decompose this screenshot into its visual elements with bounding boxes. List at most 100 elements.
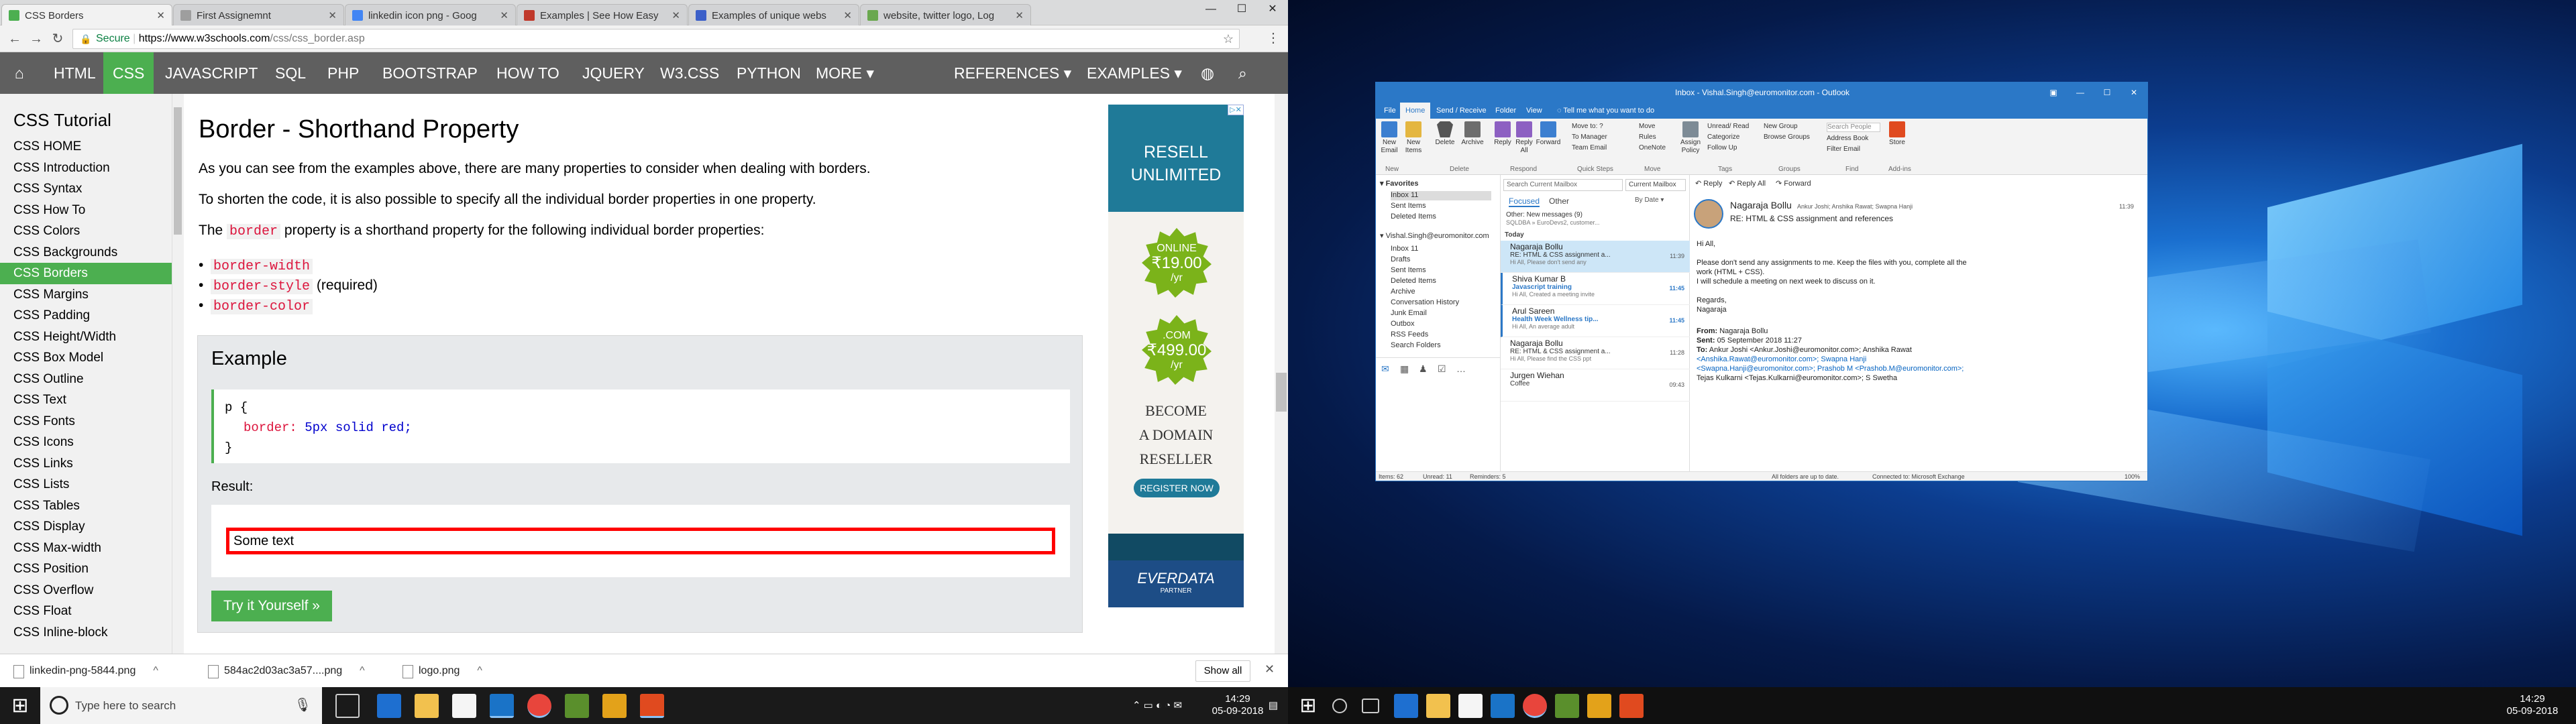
- menu-dots-icon[interactable]: ⋮: [1267, 29, 1280, 46]
- sidebar-item[interactable]: CSS Links: [0, 453, 172, 475]
- tasks-icon[interactable]: ☑: [1438, 363, 1446, 375]
- sidebar-item[interactable]: CSS Lists: [0, 474, 172, 495]
- taskbar-search-input[interactable]: Type here to search 🎙: [40, 687, 322, 724]
- email-address-line[interactable]: <Swapna.Hanji@euromonitor.com>; Prashob …: [1697, 364, 1964, 373]
- cortana-icon[interactable]: [1332, 699, 1347, 713]
- task-view-icon[interactable]: [1362, 699, 1379, 713]
- store-button[interactable]: Store: [1887, 121, 1907, 147]
- reply-all-button[interactable]: Reply All: [1514, 121, 1534, 155]
- sidebar-item[interactable]: CSS Max-width: [0, 538, 172, 559]
- edge-icon[interactable]: [377, 694, 401, 718]
- mailbox-search-input[interactable]: Search Current Mailbox: [1503, 179, 1623, 191]
- file-explorer-icon[interactable]: [1426, 694, 1450, 718]
- message-item[interactable]: Jurgen Wiehan Coffee 09:43: [1501, 369, 1690, 402]
- forward-button[interactable]: Forward: [1536, 121, 1561, 147]
- folder-item[interactable]: Conversation History: [1391, 298, 1459, 308]
- follow-up-button[interactable]: Follow Up: [1707, 144, 1737, 152]
- chevron-up-icon[interactable]: ^: [360, 665, 365, 676]
- close-download-bar-icon[interactable]: ✕: [1265, 662, 1275, 676]
- archive-button[interactable]: Archive: [1459, 121, 1486, 147]
- folder-item[interactable]: Deleted Items: [1391, 213, 1436, 222]
- sidebar-scroll-thumb[interactable]: [174, 107, 182, 235]
- file-explorer-icon[interactable]: [415, 694, 439, 718]
- sidebar-item[interactable]: CSS Box Model: [0, 347, 172, 369]
- nav-references[interactable]: REFERENCES ▾: [945, 52, 1081, 94]
- close-tab-icon[interactable]: ✕: [1015, 9, 1024, 21]
- ad-register-button[interactable]: REGISTER NOW: [1134, 479, 1220, 497]
- system-tray-icons[interactable]: ⌃ ▭ ◐ ◔ ✉: [1100, 687, 1214, 724]
- tab-home[interactable]: Home: [1400, 103, 1431, 119]
- browser-tab[interactable]: Examples | See How Easy ✕: [517, 4, 688, 25]
- edge-icon[interactable]: [1394, 694, 1418, 718]
- quick-step-item[interactable]: Team Email: [1572, 144, 1607, 152]
- store-icon[interactable]: [1458, 694, 1483, 718]
- windows-start-icon[interactable]: ⊞: [1288, 687, 1328, 724]
- chrome-icon[interactable]: [1523, 694, 1547, 718]
- nav-sql[interactable]: SQL: [266, 52, 315, 94]
- sidebar-item[interactable]: CSS Padding: [0, 305, 172, 326]
- nav-bootstrap[interactable]: BOOTSTRAP: [373, 52, 487, 94]
- tell-me-box[interactable]: ◌ Tell me what you want to do: [1552, 103, 1660, 119]
- notepadpp-icon[interactable]: [565, 694, 589, 718]
- folder-item[interactable]: Archive: [1391, 288, 1415, 297]
- browser-tab[interactable]: website, twitter logo, Log ✕: [860, 4, 1031, 25]
- globe-icon[interactable]: ◍: [1191, 52, 1224, 94]
- chevron-up-icon[interactable]: ^: [477, 665, 482, 676]
- folder-item[interactable]: Drafts: [1391, 255, 1410, 265]
- browse-groups-button[interactable]: Browse Groups: [1764, 133, 1810, 141]
- new-items-button[interactable]: New Items: [1403, 121, 1424, 155]
- reply-button[interactable]: Reply: [1493, 121, 1513, 147]
- url-input[interactable]: 🔒 Secure | https://www.w3schools.com/css…: [72, 29, 1240, 49]
- nav-css[interactable]: CSS: [103, 52, 154, 94]
- reply-link[interactable]: ↶ Reply: [1695, 179, 1722, 188]
- sidebar-item[interactable]: CSS HOME: [0, 136, 172, 158]
- sidebar-item[interactable]: CSS Icons: [0, 432, 172, 453]
- home-icon[interactable]: ⌂: [0, 52, 39, 94]
- browser-tab[interactable]: First Assignemnt ✕: [173, 4, 344, 25]
- message-item[interactable]: Nagaraja Bollu RE: HTML & CSS assignment …: [1501, 337, 1690, 369]
- sidebar-item[interactable]: CSS Introduction: [0, 158, 172, 179]
- chrome-icon[interactable]: [527, 694, 551, 718]
- delete-button[interactable]: Delete: [1432, 121, 1458, 147]
- sidebar-item[interactable]: CSS Overflow: [0, 580, 172, 601]
- favorites-header[interactable]: ▾ Favorites: [1380, 179, 1419, 188]
- tab-send-receive[interactable]: Send / Receive: [1431, 103, 1492, 119]
- nav-javascript[interactable]: JAVASCRIPT: [156, 52, 267, 94]
- account-header[interactable]: ▾ Vishal.Singh@euromonitor.com: [1380, 231, 1489, 240]
- minimize-icon[interactable]: —: [1195, 0, 1226, 20]
- forward-link[interactable]: ↷ Forward: [1776, 179, 1811, 188]
- store-icon[interactable]: [452, 694, 476, 718]
- close-icon[interactable]: ✕: [1257, 0, 1288, 20]
- onenote-button[interactable]: OneNote: [1639, 144, 1666, 152]
- tab-folder[interactable]: Folder: [1490, 103, 1521, 119]
- categorize-button[interactable]: Categorize: [1707, 133, 1739, 141]
- message-item[interactable]: Arul Sareen Health Week Wellness tip... Hi…: [1501, 305, 1690, 337]
- sidebar-item[interactable]: CSS Display: [0, 516, 172, 538]
- search-icon[interactable]: ⌕: [1229, 52, 1256, 94]
- windows-start-icon[interactable]: ⊞: [0, 687, 40, 724]
- zoom-level[interactable]: 100%: [2125, 472, 2140, 481]
- quick-step-item[interactable]: To Manager: [1572, 133, 1607, 141]
- folder-item[interactable]: Deleted Items: [1391, 277, 1436, 286]
- sidebar-item[interactable]: CSS Outline: [0, 369, 172, 390]
- message-item[interactable]: Nagaraja Bollu RE: HTML & CSS assignment …: [1501, 241, 1690, 273]
- folder-item[interactable]: Inbox 11: [1391, 245, 1418, 254]
- mail-icon[interactable]: ✉: [1381, 363, 1389, 375]
- microphone-icon[interactable]: 🎙: [294, 687, 311, 724]
- chevron-up-icon[interactable]: ^: [153, 665, 158, 676]
- unread-read-button[interactable]: Unread/ Read: [1707, 123, 1749, 131]
- tab-other[interactable]: Other: [1549, 196, 1569, 206]
- close-icon[interactable]: ✕: [2121, 82, 2147, 103]
- more-icon[interactable]: …: [1456, 363, 1466, 374]
- sidebar-item[interactable]: CSS Colors: [0, 221, 172, 242]
- outlook-icon[interactable]: [1491, 694, 1515, 718]
- folder-item[interactable]: RSS Feeds: [1391, 330, 1428, 340]
- close-tab-icon[interactable]: ✕: [156, 9, 165, 21]
- assign-policy-button[interactable]: Assign Policy: [1679, 121, 1702, 155]
- browser-tab[interactable]: linkedin icon png - Goog ✕: [345, 4, 516, 25]
- sidebar-item[interactable]: CSS Backgrounds: [0, 242, 172, 263]
- calendar-icon[interactable]: ▦: [1400, 363, 1409, 375]
- page-scroll-thumb[interactable]: [1276, 373, 1287, 412]
- reply-all-link[interactable]: ↶ Reply All: [1729, 179, 1766, 188]
- nav-html[interactable]: HTML: [44, 52, 105, 94]
